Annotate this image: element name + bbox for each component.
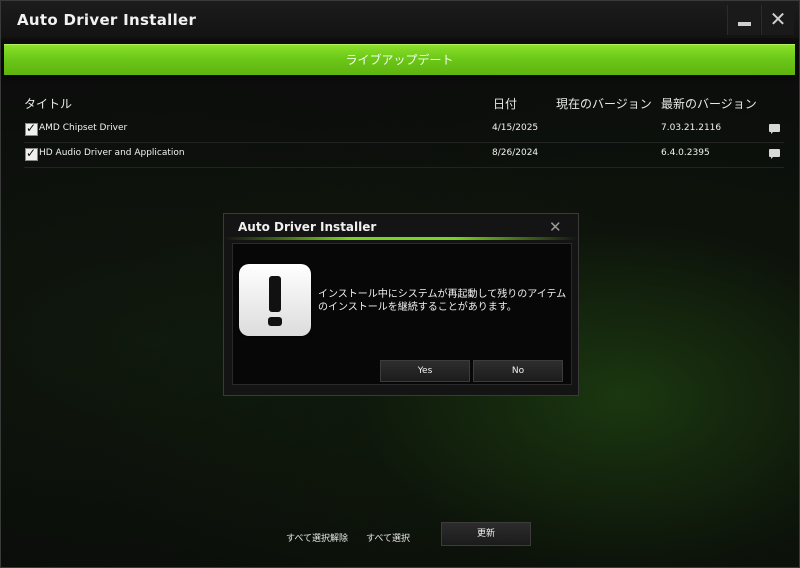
dialog-message-line: のインストールを継続することがあります。 — [318, 302, 517, 313]
live-update-button[interactable]: ライブアップデート — [4, 44, 795, 75]
row-checkbox[interactable] — [25, 121, 38, 136]
dialog-close-icon[interactable]: ✕ — [549, 218, 562, 236]
driver-title: AMD Chipset Driver — [39, 123, 128, 133]
minimize-button[interactable] — [727, 5, 760, 35]
table-row: AMD Chipset Driver 4/15/2025 7.03.21.211… — [24, 118, 784, 143]
close-icon: ✕ — [769, 7, 787, 31]
release-note-icon[interactable] — [769, 149, 780, 159]
deselect-all-link[interactable]: すべて選択解除 — [286, 531, 348, 544]
confirm-dialog: Auto Driver Installer ✕ インストール中にシステムが再起動… — [223, 213, 579, 396]
select-all-link[interactable]: すべて選択 — [366, 531, 410, 544]
dialog-message-line: インストール中にシステムが再起動して残りのアイテム — [318, 289, 567, 300]
table-row: HD Audio Driver and Application 8/26/202… — [24, 143, 784, 168]
driver-latest-version: 6.4.0.2395 — [661, 148, 710, 158]
column-header-title: タイトル — [24, 97, 73, 111]
row-checkbox[interactable] — [25, 146, 38, 161]
minimize-icon — [738, 22, 751, 26]
driver-date: 8/26/2024 — [492, 148, 539, 158]
close-button[interactable]: ✕ — [761, 5, 794, 35]
dialog-title: Auto Driver Installer — [238, 220, 377, 234]
dialog-message: インストール中にシステムが再起動して残りのアイテム のインストールを継続すること… — [318, 288, 568, 314]
title-bar: Auto Driver Installer ✕ — [1, 1, 799, 38]
driver-latest-version: 7.03.21.2116 — [661, 123, 722, 133]
exclamation-icon — [239, 264, 311, 336]
dialog-accent-line — [224, 237, 578, 240]
app-title: Auto Driver Installer — [17, 11, 197, 29]
release-note-icon[interactable] — [769, 124, 780, 134]
no-button[interactable]: No — [473, 360, 563, 382]
column-header-date: 日付 — [493, 97, 518, 111]
column-header-current-version: 現在のバージョン — [556, 97, 652, 111]
yes-button[interactable]: Yes — [380, 360, 470, 382]
dialog-body: インストール中にシステムが再起動して残りのアイテム のインストールを継続すること… — [232, 243, 572, 385]
column-header-latest-version: 最新のバージョン — [661, 97, 757, 111]
update-button[interactable]: 更新 — [441, 522, 531, 546]
driver-date: 4/15/2025 — [492, 123, 539, 133]
driver-title: HD Audio Driver and Application — [39, 148, 185, 158]
